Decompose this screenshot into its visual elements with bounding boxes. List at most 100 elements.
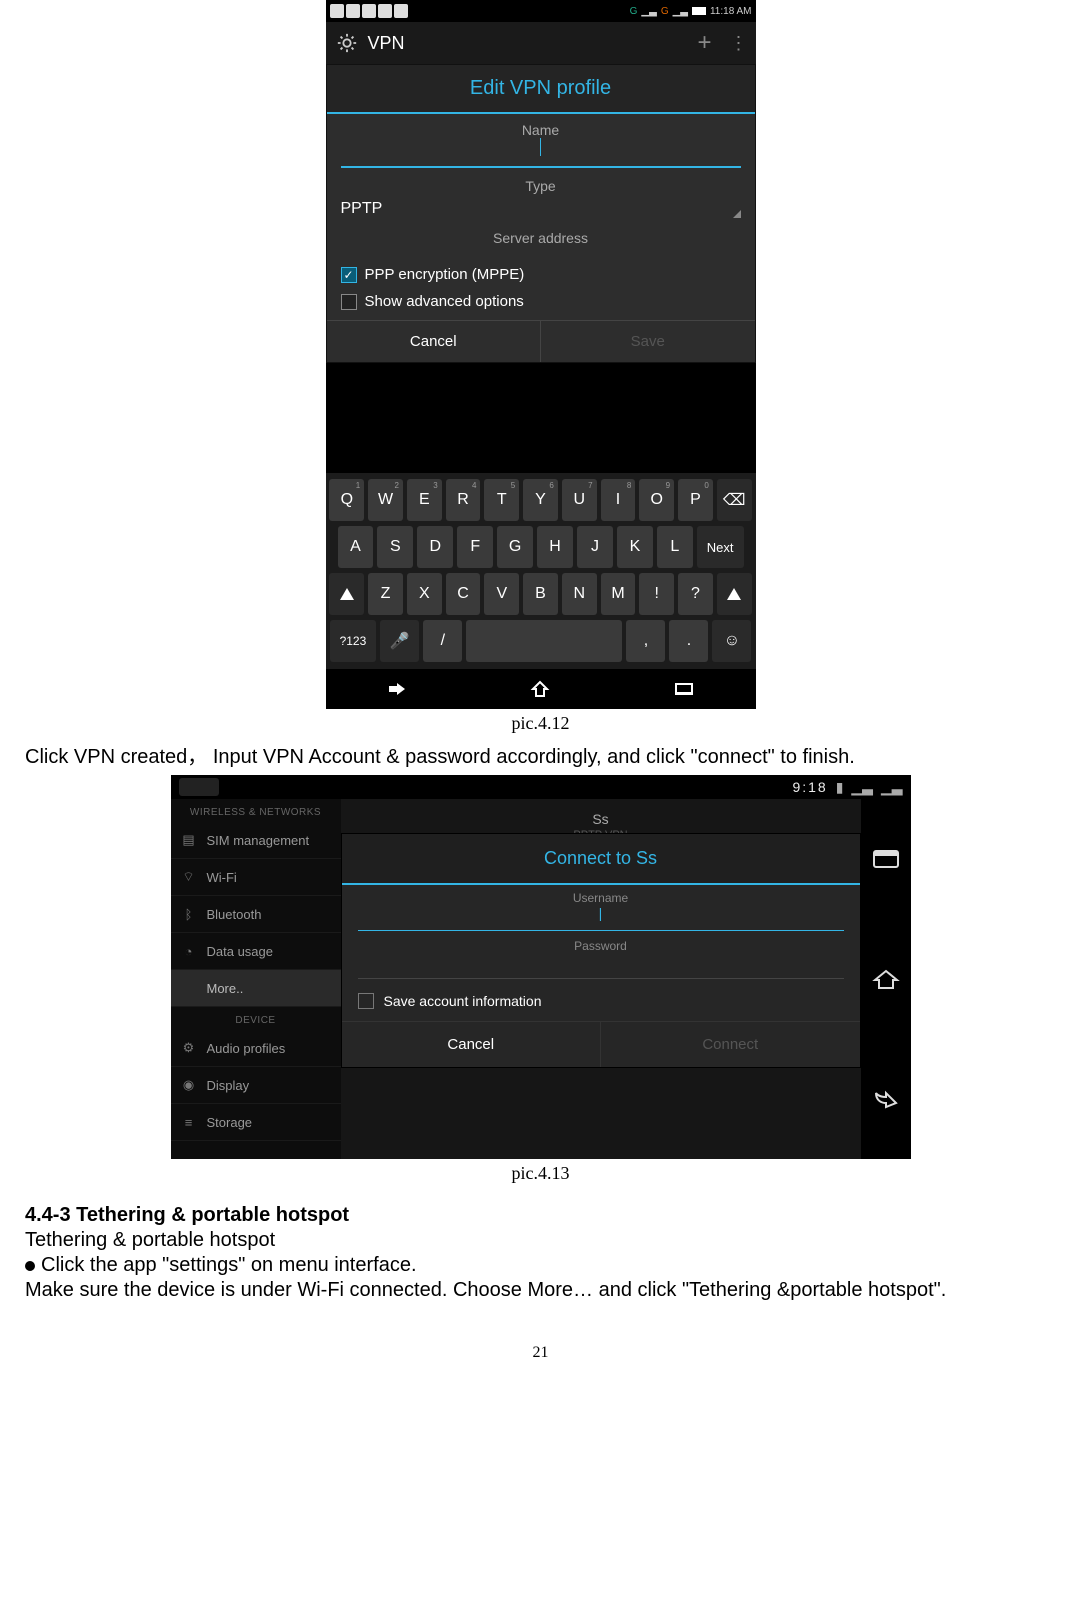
nav-recent-button[interactable] [612, 669, 755, 709]
key-q[interactable]: 1Q [329, 479, 364, 521]
key-space[interactable] [466, 620, 622, 662]
sidebar-item-display[interactable]: ◉ Display [171, 1067, 341, 1104]
nav-home-button[interactable] [865, 958, 907, 1000]
key-w[interactable]: 2W [368, 479, 403, 521]
advanced-options-checkbox[interactable]: Show advanced options [327, 293, 755, 320]
key-symbols[interactable]: ?123 [330, 620, 377, 662]
checkbox-unchecked-icon [358, 993, 374, 1009]
type-label: Type [341, 178, 741, 194]
recent-icon [675, 683, 693, 695]
settings-sidebar: WIRELESS & NETWORKS ▤ SIM management ⌔ W… [171, 799, 341, 1159]
key-n[interactable]: N [562, 573, 597, 615]
sidebar-item-bluetooth[interactable]: ᛒ Bluetooth [171, 896, 341, 933]
dialog-title: Edit VPN profile [327, 65, 755, 114]
sim-icon: ▤ [181, 832, 197, 848]
name-input[interactable] [341, 138, 741, 168]
sidebar-item-sim[interactable]: ▤ SIM management [171, 822, 341, 859]
cancel-button[interactable]: Cancel [342, 1022, 601, 1067]
key-shift-left[interactable] [329, 573, 364, 615]
key-next[interactable]: Next [697, 526, 744, 568]
overflow-menu-icon[interactable]: ⋮ [730, 33, 746, 54]
key-backspace[interactable]: ⌫ [717, 479, 752, 521]
sidebar-item-more[interactable]: More.. [171, 970, 341, 1007]
sidebar-item-wifi[interactable]: ⌔ Wi-Fi [171, 859, 341, 896]
key-v[interactable]: V [484, 573, 519, 615]
sidebar-item-label: Display [207, 1078, 250, 1093]
keyboard-row-1: 1Q 2W 3E 4R 5T 6Y 7U 8I 9O 0P ⌫ [330, 479, 752, 521]
connect-button: Connect [600, 1022, 860, 1067]
key-i[interactable]: 8I [601, 479, 636, 521]
emoji-icon: ☺ [724, 632, 740, 650]
advanced-options-label: Show advanced options [365, 293, 524, 310]
key-quest[interactable]: ? [678, 573, 713, 615]
save-account-label: Save account information [384, 993, 542, 1009]
username-label: Username [358, 891, 844, 905]
key-g[interactable]: G [497, 526, 533, 568]
key-emoji[interactable]: ☺ [712, 620, 751, 662]
keyboard-row-2: A S D F G H J K L Next [330, 526, 752, 568]
nav-home-button[interactable] [469, 669, 612, 709]
paragraph-1: Click VPN created， Input VPN Account & p… [25, 744, 1056, 771]
key-x[interactable]: X [407, 573, 442, 615]
key-e[interactable]: 3E [407, 479, 442, 521]
sidebar-item-storage[interactable]: ≡ Storage [171, 1104, 341, 1141]
type-select[interactable]: PPTP [327, 196, 755, 222]
vpn-entry-name: Ss [357, 811, 845, 827]
key-a[interactable]: A [338, 526, 374, 568]
battery-icon [692, 7, 706, 15]
save-button: Save [540, 321, 755, 362]
add-vpn-icon[interactable]: + [697, 29, 711, 57]
key-o[interactable]: 9O [639, 479, 674, 521]
sidebar-item-label: Audio profiles [207, 1041, 286, 1056]
wifi-icon: ⌔ [181, 869, 197, 885]
signal-icon: ▁▃ [851, 779, 873, 796]
key-p[interactable]: 0P [678, 479, 713, 521]
server-address-label: Server address [341, 230, 741, 246]
key-c[interactable]: C [446, 573, 481, 615]
mic-icon: 🎤 [390, 631, 410, 651]
key-b[interactable]: B [523, 573, 558, 615]
signal-bars-icon: ▁▃ [641, 6, 656, 17]
nav-back-button[interactable] [865, 1078, 907, 1120]
key-k[interactable]: K [617, 526, 653, 568]
key-t[interactable]: 5T [484, 479, 519, 521]
nav-back-button[interactable] [326, 669, 469, 709]
key-u[interactable]: 7U [562, 479, 597, 521]
key-y[interactable]: 6Y [523, 479, 558, 521]
key-m[interactable]: M [601, 573, 636, 615]
signal-g2-icon: G [661, 6, 669, 17]
key-shift-right[interactable] [717, 573, 752, 615]
key-d[interactable]: D [417, 526, 453, 568]
paragraph-2: Tethering & portable hotspot [25, 1227, 1056, 1254]
dialog-title: Connect to Ss [342, 834, 860, 885]
page-number: 21 [25, 1344, 1056, 1362]
key-excl[interactable]: ! [639, 573, 674, 615]
key-z[interactable]: Z [368, 573, 403, 615]
nav-recent-button[interactable] [865, 838, 907, 880]
key-j[interactable]: J [577, 526, 613, 568]
key-s[interactable]: S [377, 526, 413, 568]
key-mic[interactable]: 🎤 [380, 620, 419, 662]
save-account-checkbox[interactable]: Save account information [342, 981, 860, 1022]
key-r[interactable]: 4R [446, 479, 481, 521]
key-comma[interactable]: , [626, 620, 665, 662]
app-bar: VPN + ⋮ [326, 22, 756, 64]
cancel-button[interactable]: Cancel [327, 321, 541, 362]
username-input[interactable]: | [358, 905, 844, 931]
key-f[interactable]: F [457, 526, 493, 568]
dropdown-caret-icon [733, 210, 741, 218]
sidebar-item-audio[interactable]: ⚙ Audio profiles [171, 1030, 341, 1067]
key-period[interactable]: . [669, 620, 708, 662]
gear-icon[interactable] [336, 32, 358, 54]
section-heading: 4.4-3 Tethering & portable hotspot [25, 1204, 1056, 1227]
sidebar-item-label: Storage [207, 1115, 253, 1130]
key-h[interactable]: H [537, 526, 573, 568]
status-bar: 9:18 ▮ ▁▃ ▁▃ [171, 775, 911, 799]
key-l[interactable]: L [657, 526, 693, 568]
sidebar-item-data-usage[interactable]: ◔ Data usage [171, 933, 341, 970]
password-input[interactable] [358, 953, 844, 979]
caption-1: pic.4.12 [25, 713, 1056, 734]
keyboard-row-4: ?123 🎤 / , . ☺ [330, 620, 752, 662]
ppp-encryption-checkbox[interactable]: ✓ PPP encryption (MPPE) [327, 256, 755, 293]
key-slash[interactable]: / [423, 620, 462, 662]
